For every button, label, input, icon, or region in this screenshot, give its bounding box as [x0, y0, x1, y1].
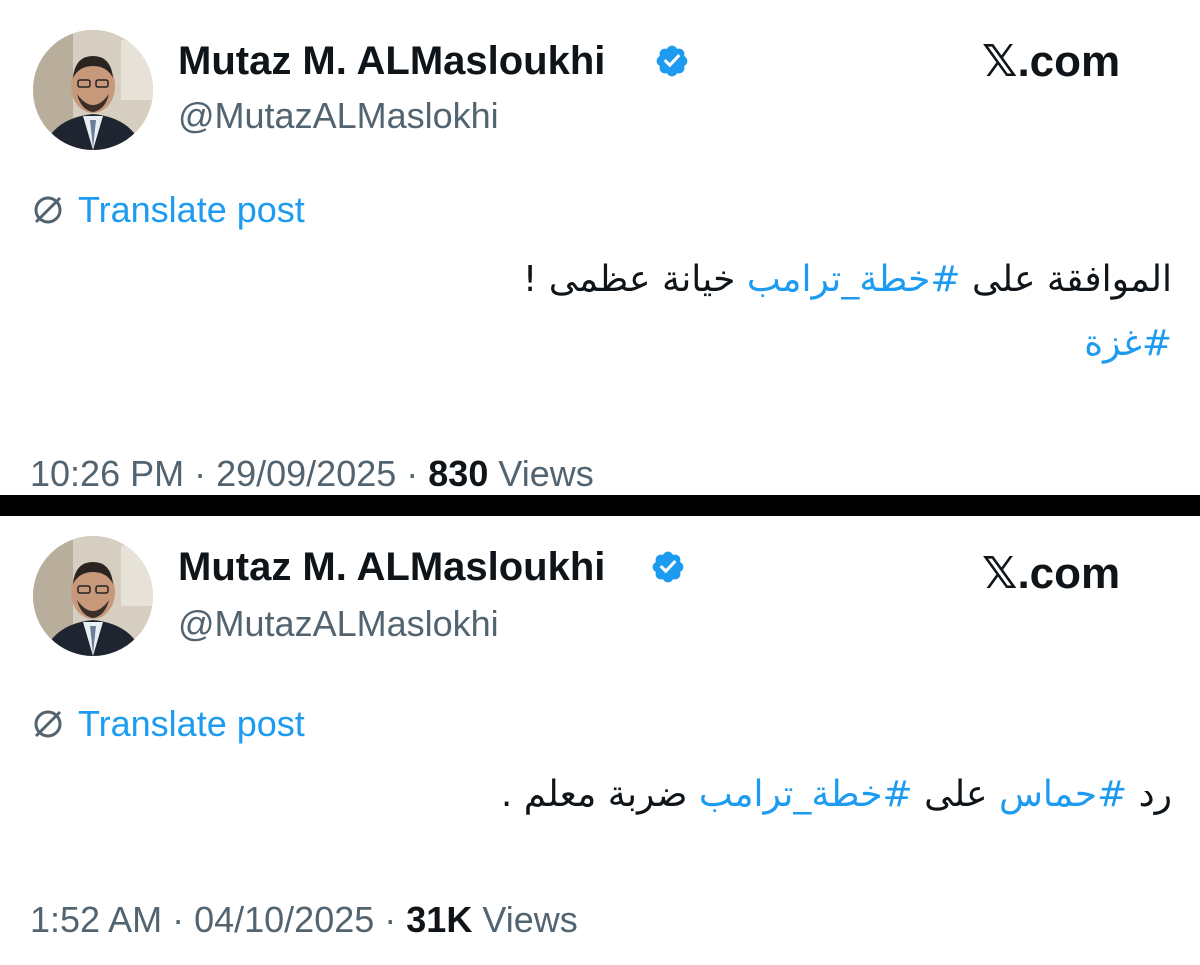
- post-card-2: Mutaz M. ALMasloukhi @MutazALMaslokhi 𝕏.…: [0, 516, 1200, 965]
- views-count: 31K: [406, 899, 473, 940]
- meta-separator: ·: [374, 899, 407, 940]
- x-logo: 𝕏.com: [982, 37, 1121, 86]
- post-time[interactable]: 1:52 AM: [30, 899, 162, 940]
- hashtag-link[interactable]: #حماس: [999, 774, 1127, 815]
- avatar-portrait: [33, 30, 153, 150]
- text-segment: الموافقة على: [960, 259, 1172, 300]
- meta-separator: ·: [184, 453, 217, 494]
- hashtag-link[interactable]: #خطة_ترامب: [747, 259, 961, 300]
- handle[interactable]: @MutazALMaslokhi: [178, 94, 499, 138]
- post-text-line-1: الموافقة على #خطة_ترامب خيانة عظمى !: [172, 248, 1172, 312]
- post-date[interactable]: 04/10/2025: [194, 899, 374, 940]
- translate-post-label: Translate post: [78, 703, 305, 744]
- post-card-1: Mutaz M. ALMasloukhi @MutazALMaslokhi 𝕏.…: [0, 0, 1200, 495]
- translate-post-button[interactable]: Translate post: [30, 188, 305, 232]
- translate-post-label: Translate post: [78, 189, 305, 230]
- verified-badge-icon[interactable]: [654, 43, 690, 79]
- x-logo: 𝕏.com: [982, 549, 1121, 598]
- views-label: Views: [498, 453, 594, 494]
- avatar[interactable]: [33, 30, 153, 150]
- globe-slash-icon: [34, 710, 62, 738]
- display-name[interactable]: Mutaz M. ALMasloukhi: [178, 37, 605, 85]
- globe-slash-icon: [34, 196, 62, 224]
- meta-separator: ·: [162, 899, 195, 940]
- avatar[interactable]: [33, 536, 153, 656]
- post-text-line-2: #غزة: [172, 312, 1172, 376]
- display-name[interactable]: Mutaz M. ALMasloukhi: [178, 543, 605, 591]
- hashtag-link[interactable]: #غزة: [1084, 323, 1172, 364]
- meta-separator: ·: [396, 453, 429, 494]
- text-segment: على: [912, 774, 999, 815]
- verified-badge-icon[interactable]: [650, 549, 686, 585]
- screenshot-separator: [0, 495, 1200, 516]
- post-time[interactable]: 10:26 PM: [30, 453, 184, 494]
- handle[interactable]: @MutazALMaslokhi: [178, 602, 499, 646]
- post-date[interactable]: 29/09/2025: [216, 453, 396, 494]
- text-segment: رد: [1127, 774, 1172, 815]
- views-label: Views: [482, 899, 578, 940]
- hashtag-link[interactable]: #خطة_ترامب: [699, 774, 913, 815]
- text-segment: ضربة معلم .: [500, 774, 699, 815]
- translate-post-button[interactable]: Translate post: [30, 702, 305, 746]
- post-text: رد #حماس على #خطة_ترامب ضربة معلم .: [172, 763, 1172, 827]
- text-segment: خيانة عظمى !: [522, 259, 747, 300]
- views-count: 830: [428, 453, 489, 494]
- post-meta: 1:52 AM · 04/10/2025 · 31K Views: [30, 898, 578, 942]
- post-text: الموافقة على #خطة_ترامب خيانة عظمى ! #غز…: [172, 248, 1172, 376]
- avatar-portrait: [33, 536, 153, 656]
- post-text-line-1: رد #حماس على #خطة_ترامب ضربة معلم .: [172, 763, 1172, 827]
- post-meta: 10:26 PM · 29/09/2025 · 830 Views: [30, 452, 594, 496]
